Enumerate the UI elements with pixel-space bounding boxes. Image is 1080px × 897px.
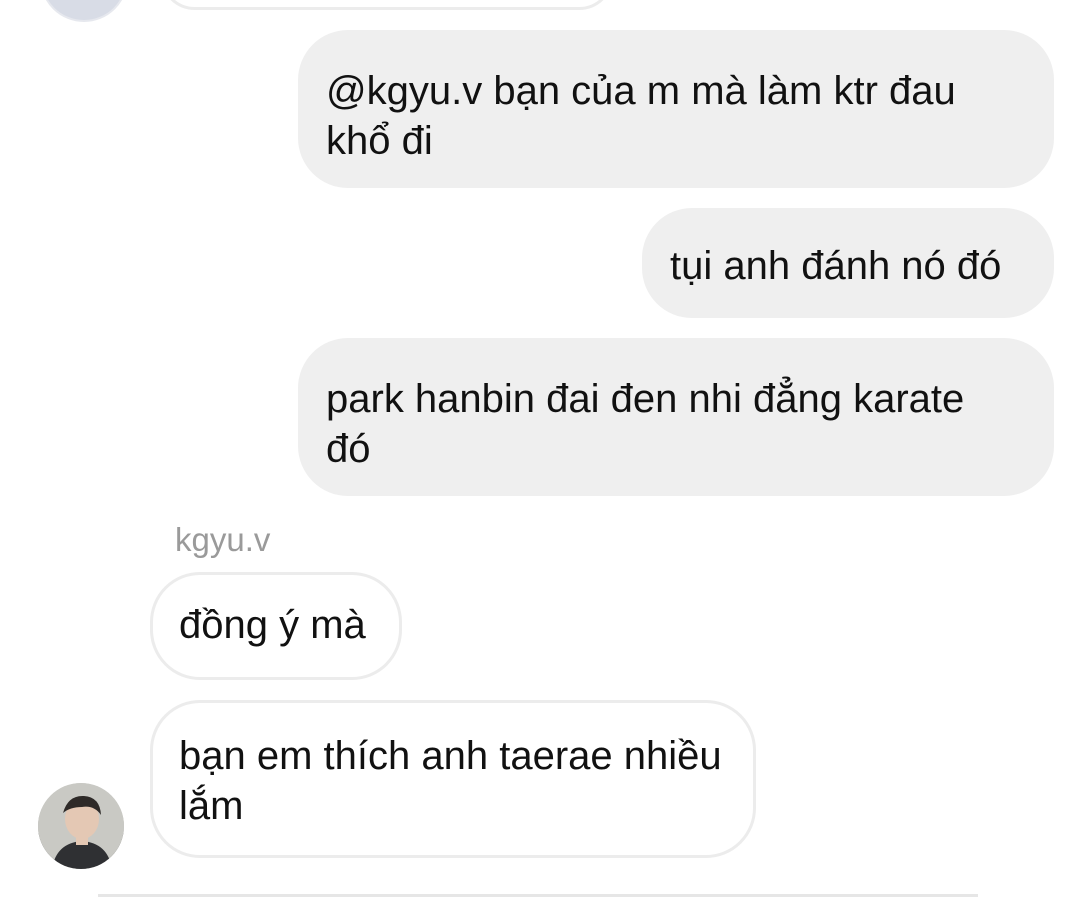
avatar[interactable] [40, 0, 128, 22]
message-text: tụi anh đánh nó đó [670, 244, 1002, 288]
sender-name: kgyu.v [175, 521, 271, 558]
message-text: @kgyu.v bạn của m mà làm ktr đau khổ đi [326, 69, 956, 163]
message-text: đồng ý mà [179, 603, 366, 647]
message-bubble-outgoing[interactable]: tụi anh đánh nó đó [642, 208, 1054, 318]
avatar[interactable] [38, 783, 124, 869]
message-text: park hanbin đai đen nhi đẳng karate đó [326, 377, 965, 471]
message-bubble-incoming[interactable]: đồng ý mà [150, 572, 402, 680]
profile-photo-icon [38, 783, 124, 869]
chat-thread: @kgyu.v bạn của m mà làm ktr đau khổ đi … [0, 0, 1080, 897]
message-text: bạn em thích anh taerae nhiều lắm [179, 734, 722, 828]
message-bubble-outgoing[interactable]: @kgyu.v bạn của m mà làm ktr đau khổ đi [298, 30, 1054, 188]
message-bubble-incoming[interactable]: bạn em thích anh taerae nhiều lắm [150, 700, 756, 858]
message-bubble-outgoing[interactable]: park hanbin đai đen nhi đẳng karate đó [298, 338, 1054, 496]
message-bubble-incoming[interactable] [160, 0, 614, 10]
